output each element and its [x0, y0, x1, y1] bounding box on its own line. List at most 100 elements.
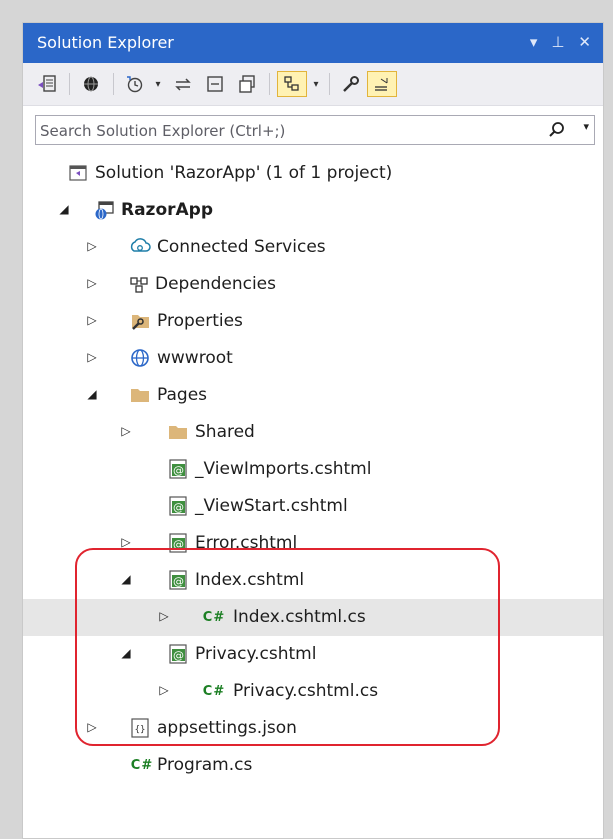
- expanded-arrow-icon[interactable]: ◢: [119, 645, 133, 661]
- tree-item-solution[interactable]: Solution 'RazorApp' (1 of 1 project): [23, 155, 603, 192]
- tree-item-label: Program.cs: [157, 755, 253, 775]
- web-project-icon: [93, 199, 115, 221]
- collapsed-arrow-icon[interactable]: ▷: [119, 534, 133, 550]
- collapsed-arrow-icon[interactable]: ▷: [119, 423, 133, 439]
- pin-icon[interactable]: ⊥: [551, 32, 564, 52]
- panel-title: Solution Explorer: [37, 33, 174, 52]
- chevron-down-icon: ▾: [313, 78, 319, 90]
- svg-text:@: @: [173, 649, 184, 662]
- collapsed-arrow-icon[interactable]: ▷: [157, 682, 171, 698]
- search-input[interactable]: [38, 118, 542, 144]
- track-active-item-button[interactable]: [277, 71, 307, 97]
- title-actions: ▾ ⊥ ✕: [530, 32, 591, 52]
- tree-item-shared[interactable]: ▷ Shared: [23, 414, 603, 451]
- tree-item-appsettings[interactable]: ▷ {} appsettings.json: [23, 710, 603, 747]
- expanded-arrow-icon[interactable]: ◢: [119, 571, 133, 587]
- svg-text:@: @: [173, 501, 184, 514]
- tree-item-label: Privacy.cshtml.cs: [233, 681, 379, 701]
- hierarchy-icon: [284, 76, 299, 91]
- collapse-all-icon: [207, 76, 223, 92]
- pending-changes-dropdown[interactable]: ▾: [151, 71, 165, 97]
- razor-file-icon: @: [167, 569, 189, 591]
- folder-icon: [167, 421, 189, 443]
- tree-item-label: Shared: [195, 422, 255, 442]
- tree-item-label: Index.cshtml: [195, 570, 305, 590]
- solution-explorer-window: Solution Explorer ▾ ⊥ ✕ ▾ ▾ Search Solut…: [22, 22, 604, 839]
- svg-text:{}: {}: [135, 725, 146, 735]
- globe-icon: [129, 347, 151, 369]
- properties-icon: [129, 310, 151, 332]
- collapsed-arrow-icon[interactable]: ▷: [157, 608, 171, 624]
- show-all-files-icon: [239, 75, 255, 93]
- tree-item-index-cs[interactable]: ▷ C# Index.cshtml.cs: [23, 599, 603, 636]
- tree-item-label: wwwroot: [157, 348, 233, 368]
- tree-item-viewimports[interactable]: @ _ViewImports.cshtml: [23, 451, 603, 488]
- close-icon[interactable]: ✕: [578, 32, 591, 52]
- razor-file-icon: @: [167, 458, 189, 480]
- expanded-arrow-icon[interactable]: ◢: [57, 201, 71, 217]
- tree-item-label: _ViewStart.cshtml: [195, 496, 348, 516]
- svg-text:@: @: [173, 575, 184, 588]
- web-button[interactable]: [77, 71, 105, 97]
- preview-icon: [375, 78, 388, 91]
- window-position-icon[interactable]: ▾: [530, 32, 538, 52]
- globe-dark-icon: [84, 76, 98, 92]
- tree-item-pages[interactable]: ◢ Pages: [23, 377, 603, 414]
- collapsed-arrow-icon[interactable]: ▷: [85, 238, 99, 254]
- razor-file-icon: @: [167, 643, 189, 665]
- tree-item-privacy[interactable]: ◢ @ Privacy.cshtml: [23, 636, 603, 673]
- track-active-item-dropdown[interactable]: ▾: [309, 71, 323, 97]
- tree-item-connected-services[interactable]: ▷ Connected Services: [23, 229, 603, 266]
- svg-text:@: @: [173, 464, 184, 477]
- json-file-icon: {}: [129, 717, 151, 739]
- csharp-file-icon: C#: [202, 609, 226, 625]
- tree-item-error[interactable]: ▷ @ Error.cshtml: [23, 525, 603, 562]
- tree-item-label: Error.cshtml: [195, 533, 298, 553]
- history-clock-icon: [127, 76, 143, 93]
- collapsed-arrow-icon[interactable]: ▷: [85, 349, 99, 365]
- folder-icon: [129, 384, 151, 406]
- csharp-file-icon: C#: [202, 683, 226, 699]
- svg-text:@: @: [173, 538, 184, 551]
- collapsed-arrow-icon[interactable]: ▷: [85, 312, 99, 328]
- tree-item-label: Solution 'RazorApp' (1 of 1 project): [95, 163, 393, 183]
- search-icon[interactable]: [546, 119, 568, 141]
- tree-item-label: Index.cshtml.cs: [233, 607, 366, 627]
- tree-item-index[interactable]: ◢ @ Index.cshtml: [23, 562, 603, 599]
- expanded-arrow-icon[interactable]: ◢: [85, 386, 99, 402]
- title-bar: Solution Explorer ▾ ⊥ ✕: [23, 23, 603, 63]
- show-all-files-button[interactable]: [233, 71, 261, 97]
- switch-views-icon: [38, 75, 56, 92]
- tree-item-dependencies[interactable]: ▷ Dependencies: [23, 266, 603, 303]
- sync-button[interactable]: [169, 71, 197, 97]
- tree-item-label: appsettings.json: [157, 718, 297, 738]
- collapse-all-button[interactable]: [201, 71, 229, 97]
- tree-item-label: Connected Services: [157, 237, 326, 257]
- tree-item-label: Pages: [157, 385, 208, 405]
- tree-item-label: RazorApp: [121, 200, 214, 220]
- preview-selected-items-button[interactable]: [367, 71, 397, 97]
- connected-services-icon: [129, 236, 151, 258]
- dependencies-icon: [129, 273, 151, 295]
- tree-item-label: Properties: [157, 311, 243, 331]
- tree-item-wwwroot[interactable]: ▷ wwwroot: [23, 340, 603, 377]
- toolbar: ▾ ▾: [23, 63, 603, 106]
- wrench-icon: [343, 76, 359, 92]
- tree-item-privacy-cs[interactable]: ▷ C# Privacy.cshtml.cs: [23, 673, 603, 710]
- tree-item-viewstart[interactable]: @ _ViewStart.cshtml: [23, 488, 603, 525]
- tree-item-project[interactable]: ◢ RazorApp: [23, 192, 603, 229]
- collapsed-arrow-icon[interactable]: ▷: [85, 719, 99, 735]
- switch-views-button[interactable]: [33, 71, 61, 97]
- collapsed-arrow-icon[interactable]: ▷: [85, 275, 99, 291]
- search-options-dropdown[interactable]: ▾: [583, 120, 589, 133]
- properties-button[interactable]: [337, 71, 365, 97]
- chevron-down-icon: ▾: [155, 78, 161, 90]
- tree-item-program-cs[interactable]: C# Program.cs: [23, 747, 603, 784]
- pending-changes-button[interactable]: [121, 71, 149, 97]
- tree-item-label: Dependencies: [155, 274, 276, 294]
- csharp-file-icon: C#: [130, 757, 154, 773]
- sync-arrows-icon: [175, 78, 191, 91]
- tree-item-label: Privacy.cshtml: [195, 644, 317, 664]
- tree-item-properties[interactable]: ▷ Properties: [23, 303, 603, 340]
- razor-file-icon: @: [167, 495, 189, 517]
